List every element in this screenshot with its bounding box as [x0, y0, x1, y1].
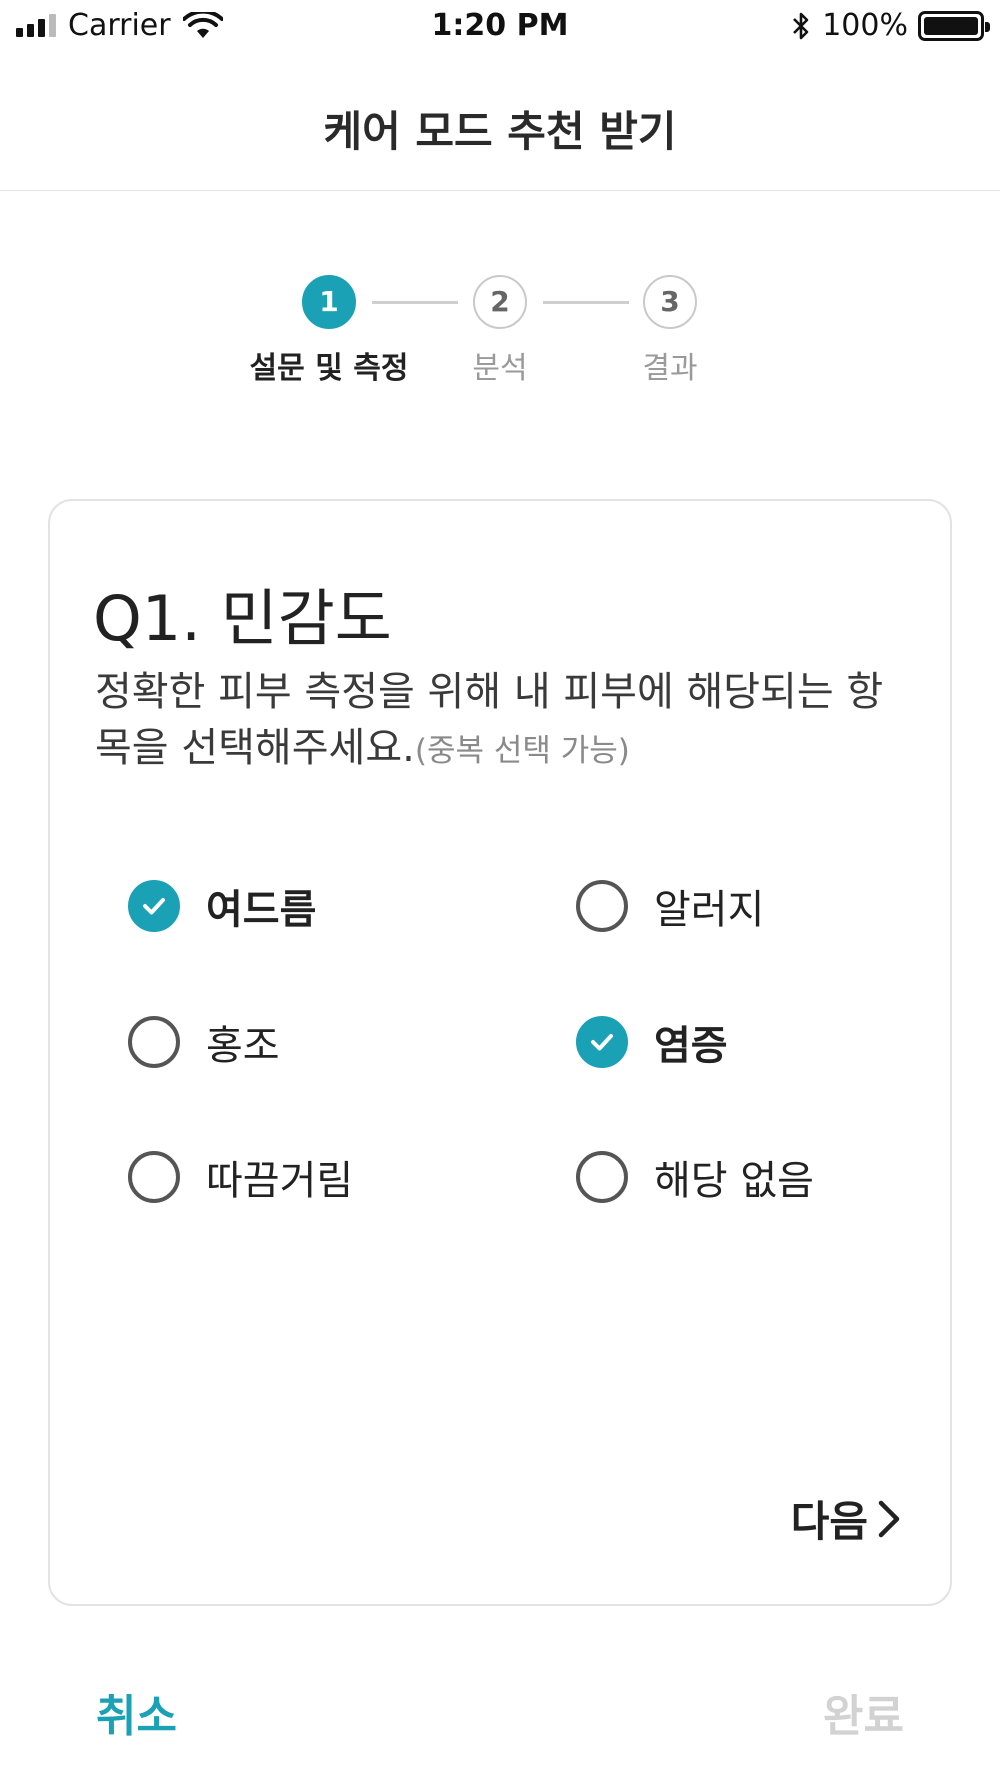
option-label: 여드름 [206, 887, 317, 933]
done-button[interactable]: 완료 [823, 1680, 904, 1744]
step-3-label: 결과 [642, 351, 698, 386]
step-2-circle: 2 [473, 275, 527, 329]
cancel-button[interactable]: 취소 [96, 1680, 177, 1744]
bluetooth-icon [793, 12, 809, 39]
step-3-circle: 3 [643, 275, 697, 329]
option-label: 염증 [654, 1023, 728, 1069]
multi-select-note: (중복 선택 가능) [414, 733, 630, 769]
check-icon [143, 898, 165, 915]
option-inflammation[interactable]: 염증 [576, 1013, 728, 1071]
screen: Carrier 1:20 PM 100% 케어 모드 추천 받기 1 2 3 설… [0, 0, 1000, 1778]
next-label: 다음 [790, 1497, 868, 1546]
option-allergy[interactable]: 알러지 [576, 877, 764, 935]
checkbox-unchecked[interactable] [576, 880, 628, 932]
battery-icon [918, 10, 990, 41]
status-right: 100% [790, 8, 990, 43]
next-button[interactable]: 다음 [791, 1488, 902, 1549]
option-none[interactable]: 해당 없음 [576, 1148, 814, 1206]
question-description: 정확한 피부 측정을 위해 내 피부에 해당되는 항목을 선택해주세요.(중복 … [95, 664, 915, 779]
checkbox-checked[interactable] [128, 880, 180, 932]
check-icon [591, 1034, 613, 1051]
option-label: 알러지 [654, 887, 765, 933]
step-connector-2 [543, 301, 629, 304]
step-connector-1 [372, 301, 458, 304]
checkbox-checked[interactable] [576, 1016, 628, 1068]
option-redness[interactable]: 홍조 [128, 1013, 280, 1071]
page-title: 케어 모드 추천 받기 [323, 107, 677, 156]
option-stinging[interactable]: 따끔거림 [128, 1148, 353, 1206]
checkbox-unchecked[interactable] [128, 1016, 180, 1068]
option-acne[interactable]: 여드름 [128, 877, 316, 935]
checkbox-unchecked[interactable] [576, 1151, 628, 1203]
option-label: 따끔거림 [206, 1158, 354, 1204]
step-1-circle: 1 [302, 275, 356, 329]
step-1-label: 설문 및 측정 [249, 351, 409, 386]
status-bar: Carrier 1:20 PM 100% [0, 0, 1000, 56]
question-title: Q1. 민감도 [93, 582, 392, 655]
chevron-right-icon [878, 1500, 900, 1537]
option-label: 해당 없음 [654, 1158, 814, 1204]
nav-divider [0, 190, 1000, 191]
checkbox-unchecked[interactable] [128, 1151, 180, 1203]
battery-percent: 100% [822, 8, 908, 43]
option-label: 홍조 [206, 1023, 280, 1069]
